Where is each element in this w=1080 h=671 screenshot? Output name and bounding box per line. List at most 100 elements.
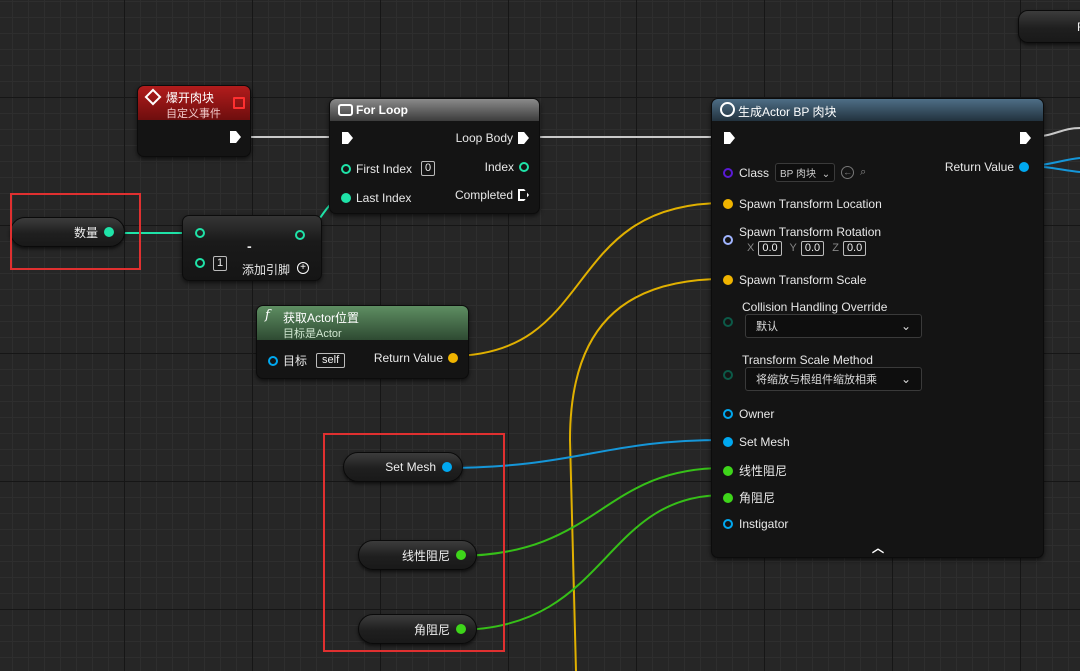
angular-damping-pin[interactable] [723, 492, 733, 503]
scale-method-dropdown-value: 将缩放与根组件缩放相乘 [756, 374, 877, 386]
collision-pin[interactable] [723, 317, 733, 327]
completed-pin[interactable] [518, 189, 529, 201]
loop-body-label: Loop Body [455, 131, 513, 145]
custom-event-title: 爆开肉块 [166, 91, 215, 105]
class-row: Class BP 肉块 ⌄ ← ⌕ [723, 163, 866, 182]
spawn-location-pin[interactable] [723, 199, 733, 209]
get-location-title: 获取Actor位置 [283, 311, 360, 325]
first-index-row: First Index 0 [341, 161, 436, 176]
set-mesh-pin[interactable] [723, 437, 733, 447]
class-label: Class [739, 165, 770, 180]
for-loop-exec-in-pin[interactable] [342, 132, 353, 144]
add-pin-icon[interactable]: + [297, 262, 309, 274]
spawn-exec-out-pin[interactable] [1020, 132, 1031, 144]
subtract-input-b-value[interactable]: 1 [213, 256, 228, 271]
rotation-row: Spawn Transform Rotation X 0.0 Y 0.0 Z 0.0 [723, 225, 881, 256]
rot-x-value[interactable]: 0.0 [758, 241, 782, 256]
rot-z-value[interactable]: 0.0 [842, 241, 867, 256]
spawn-location-label: Spawn Transform Location [739, 197, 882, 211]
set-mesh-label: Set Mesh [739, 435, 790, 449]
spawn-header: 生成Actor BP 肉块 [712, 99, 1043, 121]
linear-damping-row: 线性阻尼 [723, 462, 787, 479]
highlight-box-variables [323, 433, 505, 652]
last-index-pin[interactable] [341, 193, 351, 203]
spawn-return-pin[interactable] [1019, 162, 1029, 172]
owner-row: Owner [723, 407, 774, 421]
angular-damping-row: 角阻尼 [723, 489, 775, 506]
scale-method-dropdown[interactable]: 将缩放与根组件缩放相乘 ⌄ [745, 367, 922, 391]
spawn-exec-in-pin[interactable] [724, 132, 735, 144]
for-loop-header: For Loop [330, 99, 539, 121]
chevron-down-icon: ⌄ [900, 319, 911, 333]
spawn-title: 生成Actor BP 肉块 [738, 105, 837, 119]
rot-y-value[interactable]: 0.0 [800, 241, 825, 256]
location-return-pin[interactable] [448, 353, 458, 363]
subtract-output-pin[interactable] [295, 230, 305, 240]
first-index-pin[interactable] [341, 163, 351, 174]
scale-method-pin[interactable] [723, 370, 733, 380]
location-row: Spawn Transform Location [723, 197, 882, 211]
angular-damping-label: 角阻尼 [739, 491, 776, 505]
target-value[interactable]: self [316, 353, 346, 368]
spawn-icon [720, 102, 735, 117]
class-pin[interactable] [723, 167, 733, 178]
instigator-row: Instigator [723, 517, 788, 531]
index-row: Index [485, 160, 529, 174]
highlight-box-count [10, 193, 141, 270]
add-pin-label[interactable]: 添加引脚 [242, 261, 290, 278]
macro-icon [338, 104, 353, 116]
get-location-subtitle: 目标是Actor [283, 328, 342, 340]
last-index-row: Last Index [341, 191, 411, 205]
first-index-label: First Index [356, 161, 413, 176]
location-return-row: Return Value [374, 351, 458, 365]
collapse-chevron-up-icon[interactable]: ︿ [872, 539, 884, 556]
set-mesh-row: Set Mesh [723, 435, 790, 449]
linear-damping-pin[interactable] [723, 465, 733, 476]
function-icon: f [265, 308, 270, 323]
completed-row: Completed [455, 188, 529, 202]
owner-pin[interactable] [723, 409, 733, 419]
spawn-actor-node[interactable]: 生成Actor BP 肉块 Class BP 肉块 ⌄ ← ⌕ Return V… [711, 98, 1044, 558]
spawn-rotation-pin[interactable] [723, 235, 733, 245]
custom-event-header: 爆开肉块 自定义事件 [138, 86, 250, 120]
use-selected-icon[interactable]: ← [841, 166, 855, 179]
class-select[interactable]: BP 肉块 ⌄ [775, 163, 836, 182]
subtract-node[interactable]: - 1 添加引脚 + [182, 215, 322, 281]
for-loop-node[interactable]: For Loop Loop Body First Index 0 Index L… [329, 98, 540, 214]
class-select-value: BP 肉块 [780, 169, 816, 180]
custom-event-subtitle: 自定义事件 [166, 108, 221, 120]
spawn-scale-pin[interactable] [723, 275, 733, 285]
target-label: 目标 [283, 354, 308, 368]
owner-label: Owner [739, 407, 775, 421]
for-loop-title: For Loop [356, 103, 408, 117]
chevron-down-icon: ⌄ [900, 372, 911, 386]
event-exec-out-pin[interactable] [230, 131, 241, 143]
first-index-value[interactable]: 0 [421, 161, 436, 176]
custom-event-node[interactable]: 爆开肉块 自定义事件 [137, 85, 251, 157]
target-pin[interactable] [268, 355, 278, 366]
loop-body-pin[interactable] [518, 132, 529, 144]
loop-body-row: Loop Body [456, 131, 529, 145]
index-label: Index [484, 160, 514, 174]
get-actor-location-node[interactable]: f 获取Actor位置 目标是Actor 目标 self Return Valu… [256, 305, 469, 379]
browse-search-icon[interactable]: ⌕ [860, 166, 866, 179]
location-return-label: Return Value [373, 351, 443, 365]
subtract-input-b-pin[interactable] [195, 258, 205, 268]
target-row: 目标 self [268, 352, 346, 369]
return-value-row: Return Value [945, 160, 1029, 174]
instigator-label: Instigator [739, 517, 789, 531]
rot-z-label: Z [832, 242, 839, 254]
chevron-down-icon: ⌄ [821, 169, 831, 180]
delegate-pin-icon[interactable] [233, 97, 245, 109]
spawn-scale-label: Spawn Transform Scale [739, 273, 867, 287]
top-right-node[interactable]: R [1018, 10, 1080, 43]
subtract-symbol: - [247, 238, 252, 254]
subtract-input-a-pin[interactable] [195, 228, 205, 238]
collision-dropdown-value: 默认 [756, 321, 778, 333]
scale-method-label: Transform Scale Method [742, 353, 873, 367]
instigator-pin[interactable] [723, 519, 733, 529]
scale-row: Spawn Transform Scale [723, 273, 866, 287]
index-pin[interactable] [519, 162, 529, 172]
collision-label: Collision Handling Override [742, 300, 888, 314]
collision-dropdown[interactable]: 默认 ⌄ [745, 314, 922, 338]
